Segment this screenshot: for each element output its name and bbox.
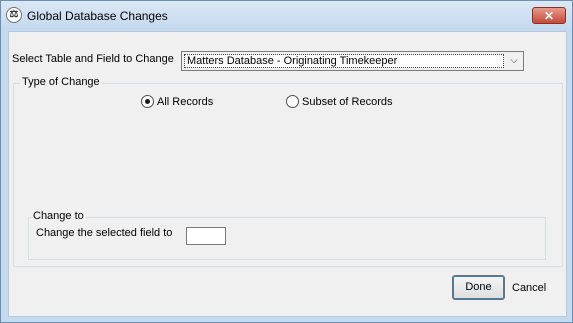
subset-of-records-label[interactable]: Subset of Records: [302, 96, 393, 108]
type-of-change-group: Type of Change All Records Subset of Rec…: [13, 76, 563, 267]
cancel-button[interactable]: Cancel: [512, 282, 546, 294]
done-button[interactable]: Done: [452, 275, 505, 300]
all-records-radio[interactable]: [141, 95, 154, 108]
radio-selected-dot: [145, 99, 150, 104]
table-field-value: Matters Database - Originating Timekeepe…: [187, 55, 398, 67]
table-field-select[interactable]: Matters Database - Originating Timekeepe…: [181, 51, 524, 71]
close-button[interactable]: ✕: [532, 7, 566, 24]
change-to-group: Change to Change the selected field to: [28, 210, 546, 260]
title-bar[interactable]: ⚖ Global Database Changes ✕: [1, 1, 572, 31]
select-focus-box: Matters Database - Originating Timekeepe…: [184, 54, 504, 68]
type-of-change-title: Type of Change: [20, 76, 102, 88]
cancel-button-label: Cancel: [512, 282, 547, 294]
window-title: Global Database Changes: [27, 9, 168, 23]
dialog-body: Select Table and Field to Change Matters…: [8, 31, 567, 317]
change-value-input[interactable]: [186, 227, 226, 245]
app-logo-icon: ⚖: [6, 7, 22, 23]
subset-of-records-radio[interactable]: [286, 95, 299, 108]
change-to-title: Change to: [31, 210, 86, 222]
dialog-window: ⚖ Global Database Changes ✕ Select Table…: [0, 0, 573, 323]
all-records-label[interactable]: All Records: [157, 96, 213, 108]
table-field-label: Select Table and Field to Change: [12, 53, 174, 65]
done-button-label: Done: [465, 281, 492, 293]
chevron-down-icon[interactable]: ⌵: [507, 54, 521, 68]
change-field-label: Change the selected field to: [36, 227, 173, 239]
